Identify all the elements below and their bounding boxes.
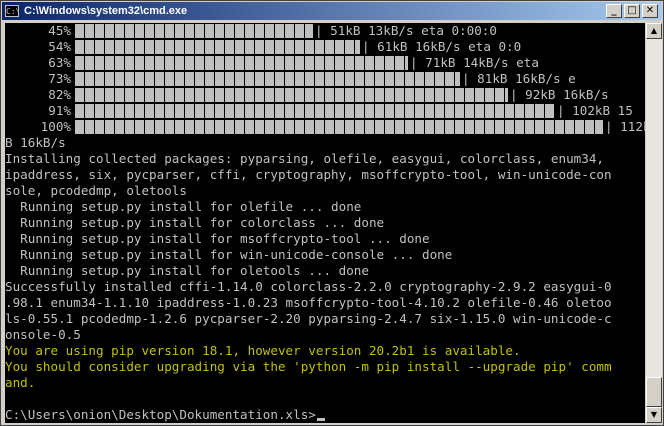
maximize-icon: □	[627, 5, 637, 16]
progress-bar: | 92kB 16kB/s	[75, 87, 645, 103]
progress-percent: 54%	[48, 39, 71, 54]
title-bar[interactable]: C:\ C:\Windows\system32\cmd.exe _ □ ✕	[2, 2, 662, 20]
minimize-icon: _	[611, 5, 617, 16]
pip-warning-line: You are using pip version 18.1, however …	[5, 343, 521, 358]
progress-bar-fill	[75, 104, 555, 118]
console-line: Successfully installed cffi-1.14.0 color…	[5, 279, 612, 294]
console-line: onsole-0.5	[5, 327, 81, 342]
window-title: C:\Windows\system32\cmd.exe	[24, 5, 188, 17]
progress-stat: | 112k	[605, 119, 645, 134]
console-line: B 16kB/s	[5, 135, 66, 150]
progress-percent: 45%	[48, 23, 71, 38]
progress-percent: 82%	[48, 87, 71, 102]
progress-bar-fill	[75, 56, 408, 70]
progress-bar-fill	[75, 120, 603, 134]
progress-bar-fill	[75, 72, 460, 86]
progress-percent: 100%	[40, 119, 71, 134]
progress-bar: | 51kB 13kB/s eta 0:00:0	[75, 23, 645, 39]
console-line: Running setup.py install for colorclass …	[5, 215, 385, 230]
vertical-scrollbar[interactable]: ▲ ▼	[646, 23, 662, 423]
console-output[interactable]: 45% | 51kB 13kB/s eta 0:00:0 54% | 61kB 16k…	[5, 23, 645, 423]
console-line: Running setup.py install for win-unicode…	[5, 247, 453, 262]
progress-bar-fill	[75, 24, 313, 38]
progress-percent: 63%	[48, 55, 71, 70]
progress-bar-fill	[75, 40, 360, 54]
scroll-thumb[interactable]	[646, 377, 662, 407]
console-line: sole, pcodedmp, oletools	[5, 183, 187, 198]
progress-bar: | 81kB 16kB/s e	[75, 71, 645, 87]
console-line: ipaddress, six, pycparser, cffi, cryptog…	[5, 167, 612, 182]
cmd-app-icon[interactable]: C:\	[5, 5, 19, 17]
progress-bar: | 112k	[75, 119, 645, 135]
minimize-button[interactable]: _	[606, 4, 622, 18]
console-line: Running setup.py install for oletools ..…	[5, 263, 369, 278]
progress-stat: | 92kB 16kB/s	[510, 87, 609, 102]
progress-percent: 91%	[48, 103, 71, 118]
console-line: Running setup.py install for olefile ...…	[5, 199, 362, 214]
progress-bar: | 61kB 16kB/s eta 0:0	[75, 39, 645, 55]
console-line: .98.1 enum34-1.1.10 ipaddress-1.0.23 mso…	[5, 295, 612, 310]
prompt-path: C:\Users\onion\Desktop\Dokumentation.xls…	[5, 407, 316, 422]
pip-warning-line: You should consider upgrading via the 'p…	[5, 359, 612, 374]
cmd-window: C:\ C:\Windows\system32\cmd.exe _ □ ✕ 45…	[0, 0, 664, 426]
progress-bar: | 102kB 15	[75, 103, 645, 119]
command-prompt[interactable]: C:\Users\onion\Desktop\Dokumentation.xls…	[5, 407, 325, 423]
progress-stat: | 102kB 15	[557, 103, 633, 118]
maximize-button[interactable]: □	[624, 4, 640, 18]
scroll-down-button[interactable]: ▼	[646, 407, 662, 423]
progress-stat: | 71kB 14kB/s eta	[410, 55, 539, 70]
arrow-up-icon: ▲	[650, 26, 658, 35]
close-icon: ✕	[645, 5, 655, 16]
scroll-up-button[interactable]: ▲	[646, 23, 662, 39]
progress-bar: | 71kB 14kB/s eta	[75, 55, 645, 71]
progress-percent: 73%	[48, 71, 71, 86]
progress-stat: | 81kB 16kB/s e	[462, 71, 576, 86]
progress-stat: | 61kB 16kB/s eta 0:0	[362, 39, 522, 54]
progress-bar-fill	[75, 88, 508, 102]
pip-warning-line: and.	[5, 375, 36, 390]
text-cursor	[316, 418, 325, 421]
progress-stat: | 51kB 13kB/s eta 0:00:0	[315, 23, 497, 38]
console-line: Running setup.py install for msoffcrypto…	[5, 231, 430, 246]
console-line: ls-0.55.1 pcodedmp-1.2.6 pycparser-2.20 …	[5, 311, 612, 326]
close-button[interactable]: ✕	[642, 4, 658, 18]
console-line: Installing collected packages: pyparsing…	[5, 151, 604, 166]
arrow-down-icon: ▼	[650, 410, 658, 419]
